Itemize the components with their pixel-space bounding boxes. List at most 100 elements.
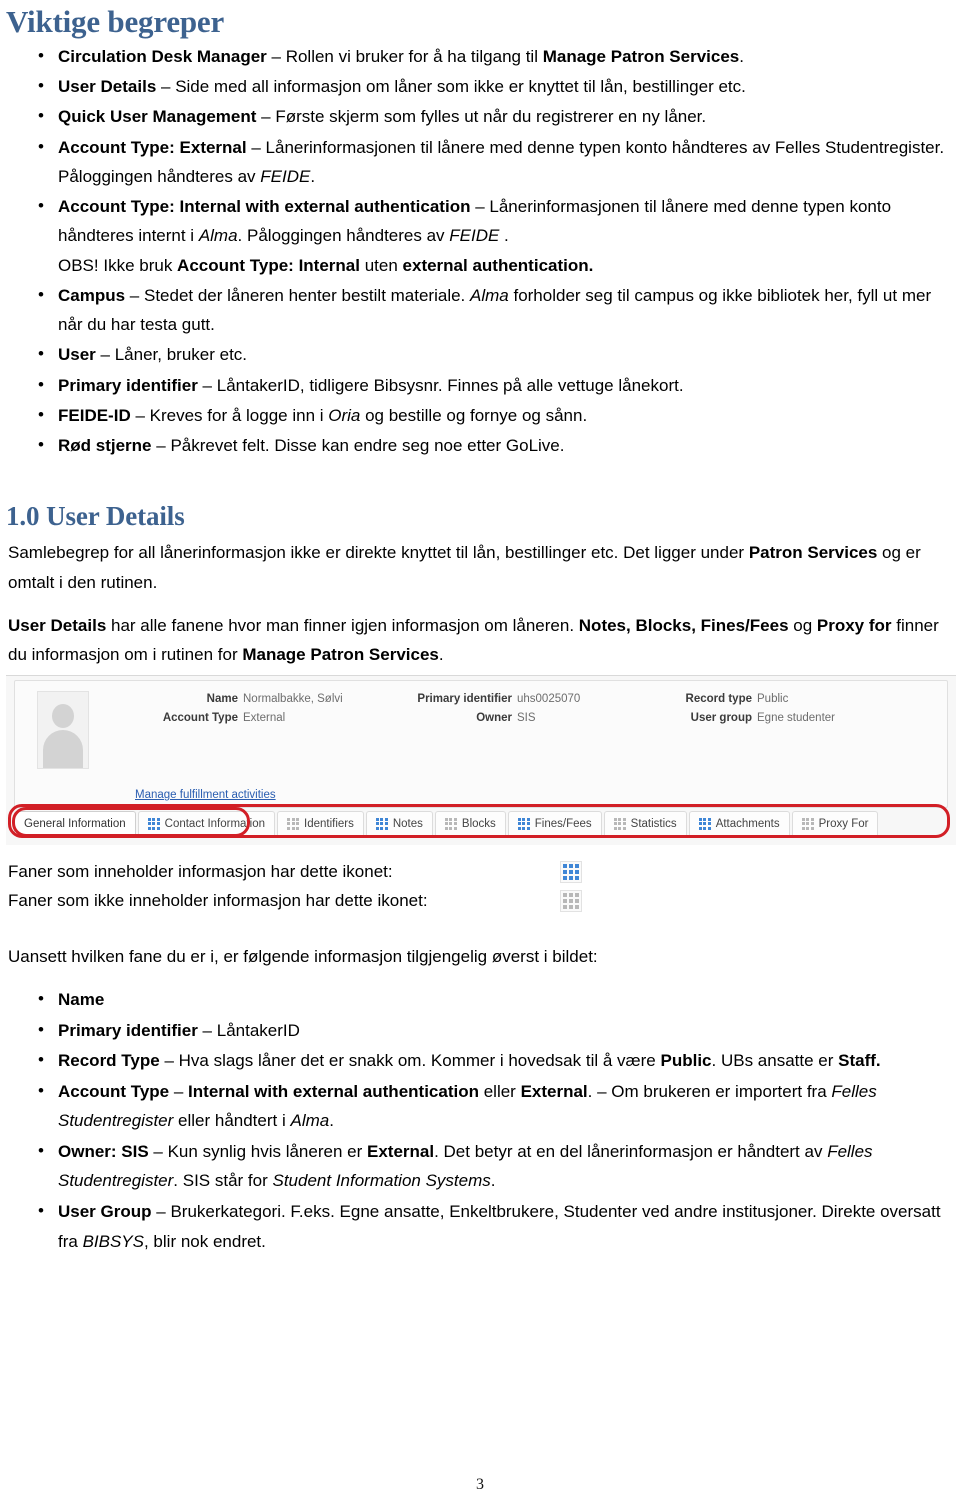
tab-attachments[interactable]: Attachments	[688, 811, 790, 836]
term-italic-alma: Alma	[470, 285, 509, 305]
term-description: Rollen vi bruker for å ha tilgang til	[285, 47, 543, 66]
alma-user-details-screenshot: Name Normalbakke, Sølvi Account Type Ext…	[6, 675, 956, 846]
grid-icon-inactive	[287, 817, 299, 830]
term-italic-alma: Alma	[198, 226, 238, 246]
concepts-list: Circulation Desk Manager – Rollen vi bru…	[6, 41, 946, 460]
term-text-2: , blir nok endret.	[143, 1231, 266, 1251]
tab-label: Notes	[392, 817, 423, 830]
legend-spacer	[6, 916, 946, 942]
term-italic-bibsys: BIBSYS	[82, 1231, 144, 1251]
grid-icon-glyph	[563, 893, 579, 910]
field-user-group: User group Egne studenter	[627, 710, 917, 727]
paragraph-bold-notes-blocks-fines: Notes, Blocks, Fines/Fees	[578, 615, 789, 635]
grid-icon-inactive	[801, 817, 814, 830]
term-label: Account Type: External	[58, 137, 247, 157]
term-description: LåntakerID, tidligere Bibsysnr. Finnes p…	[216, 375, 684, 395]
term-description: Låner, bruker etc.	[114, 345, 248, 365]
list-item-primary-identifier: Primary identifier – LåntakerID, tidlige…	[6, 370, 946, 400]
field-value: Public	[757, 693, 789, 706]
user-details-tab-strip[interactable]: General Information Contact Information Id…	[14, 809, 948, 836]
tab-notes[interactable]: Notes	[365, 811, 433, 836]
paragraph-text-4: .	[438, 644, 444, 664]
term-label: FEIDE-ID	[58, 405, 131, 425]
list-item-record-type: Record Type – Hva slags låner det er sna…	[6, 1045, 946, 1076]
manage-fulfillment-activities-link[interactable]: Manage fulfillment activities	[135, 789, 276, 801]
term-label: Owner: SIS	[58, 1141, 149, 1161]
term-description: Hva slags låner det er snakk om. Kommer …	[178, 1051, 661, 1071]
term-bold-external: External	[520, 1081, 588, 1101]
obs-bold-internal: Account Type: Internal	[177, 255, 360, 275]
term-bold-external: External	[366, 1141, 435, 1161]
term-bold-internal: Internal with external authentication	[188, 1081, 479, 1101]
tab-blocks[interactable]: Blocks	[434, 811, 506, 836]
term-description: Kreves for å logge inn i	[149, 405, 329, 425]
term-italic-feide: FEIDE	[449, 226, 500, 246]
term-italic: FEIDE	[260, 166, 311, 186]
avatar-body-shape	[43, 730, 83, 769]
tab-label: Attachments	[715, 817, 780, 830]
term-description-2: . Påloggingen håndteres av	[237, 226, 450, 246]
avatar	[37, 691, 89, 770]
obs-prefix: OBS! Ikke bruk	[58, 255, 178, 275]
obs-bold-external-auth: external authentication.	[402, 255, 594, 275]
dash: –	[197, 1020, 217, 1040]
avatar-head-shape	[52, 704, 74, 729]
term-italic-sis: Student Information Systems	[272, 1171, 491, 1191]
field-column-left: Name Normalbakke, Sølvi Account Type Ext…	[115, 691, 365, 728]
term-bold-staff: Staff.	[838, 1051, 881, 1071]
list-item-user: User – Låner, bruker etc.	[6, 339, 946, 369]
tab-label: Identifiers	[304, 817, 354, 830]
tab-statistics[interactable]: Statistics	[603, 811, 687, 836]
term-suffix: .	[739, 47, 744, 66]
grid-icon-active	[698, 817, 711, 830]
dash: –	[197, 375, 217, 395]
grid-icon-inactive	[444, 817, 457, 830]
grid-icon-inactive	[613, 817, 626, 830]
term-text-2: . Det betyr at en del lånerinformasjon e…	[434, 1141, 828, 1161]
section-title-user-details: 1.0 User Details	[6, 501, 185, 532]
term-italic-alma: Alma	[290, 1111, 330, 1131]
dash: –	[151, 436, 171, 456]
term-description: Side med all informasjon om låner som ik…	[175, 77, 746, 97]
term-label: Name	[58, 989, 105, 1009]
paragraph-bold-proxy-for: Proxy for	[816, 615, 892, 635]
paragraph-text: har alle fanene hvor man finner igjen in…	[106, 615, 579, 635]
legend-label: Faner som inneholder informasjon har det…	[8, 862, 393, 882]
legend-label: Faner som ikke inneholder informasjon ha…	[8, 891, 428, 911]
tab-proxy-for[interactable]: Proxy For	[791, 811, 879, 836]
term-italic-oria: Oria	[328, 405, 361, 425]
field-value: Normalbakke, Sølvi	[243, 693, 343, 706]
dash: –	[266, 47, 286, 66]
legend-row-has-info: Faner som inneholder informasjon har det…	[8, 857, 946, 886]
field-column-middle: Primary identifier uhs0025070 Owner SIS	[367, 691, 617, 728]
list-item-feide-id: FEIDE-ID – Kreves for å logge inn i Oria…	[6, 400, 946, 430]
term-description: Stedet der låneren henter bestilt materi…	[143, 285, 471, 305]
tab-contact-information[interactable]: Contact Information	[137, 811, 275, 836]
dash: –	[125, 285, 144, 305]
term-text-4: .	[490, 1171, 496, 1191]
dash: –	[156, 77, 176, 97]
tab-identifiers[interactable]: Identifiers	[277, 811, 364, 836]
term-text: eller	[478, 1081, 521, 1101]
term-description: LåntakerID	[216, 1020, 300, 1040]
top-info-list: Name Primary identifier – LåntakerID Rec…	[6, 984, 946, 1256]
list-item-rod-stjerne: Rød stjerne – Påkrevet felt. Disse kan e…	[6, 430, 946, 460]
paragraph-bold-manage-patron-services: Manage Patron Services	[242, 644, 439, 664]
field-value: uhs0025070	[517, 693, 581, 706]
tab-label: Statistics	[630, 817, 677, 830]
term-description: Første skjerm som fylles ut når du regis…	[275, 107, 707, 127]
term-label: Quick User Management	[58, 107, 257, 127]
dash: –	[256, 107, 276, 127]
tab-general-information[interactable]: General Information	[14, 811, 136, 836]
list-item-campus: Campus – Stedet der låneren henter besti…	[6, 280, 946, 339]
field-account-type: Account Type External	[115, 710, 365, 727]
list-item-account-type: Account Type – Internal with external au…	[6, 1076, 946, 1136]
tab-fines-fees[interactable]: Fines/Fees	[507, 811, 602, 836]
list-item-owner: Owner: SIS – Kun synlig hvis låneren er …	[6, 1136, 946, 1196]
term-text-3: . SIS står for	[173, 1171, 273, 1191]
field-label: Owner	[476, 711, 512, 724]
grid-icon-active	[517, 817, 530, 830]
field-label: Name	[206, 693, 238, 706]
dash: –	[169, 1081, 189, 1101]
list-item-name: Name	[6, 984, 946, 1015]
